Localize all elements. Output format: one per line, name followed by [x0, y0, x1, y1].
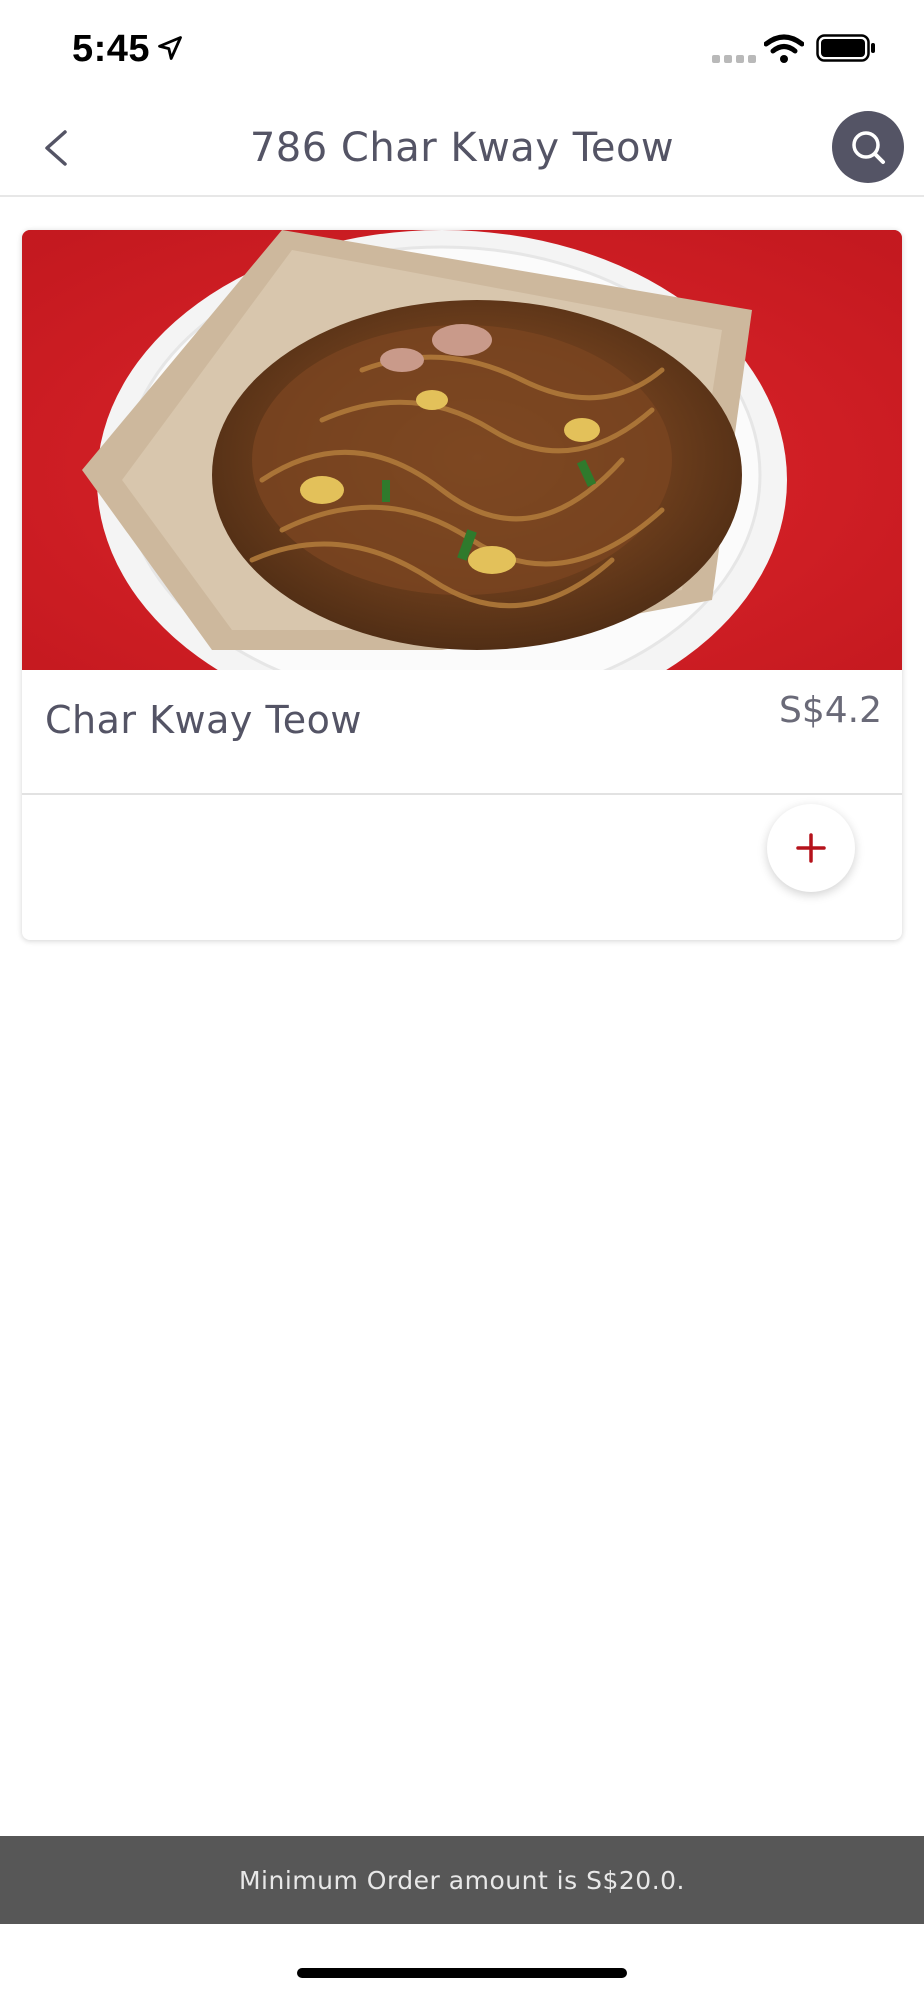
location-arrow-icon	[158, 36, 182, 60]
wifi-icon	[764, 34, 804, 63]
back-button[interactable]	[28, 120, 84, 176]
search-button[interactable]	[832, 111, 904, 183]
item-name: Char Kway Teow	[45, 698, 362, 742]
app-header: 786 Char Kway Teow	[0, 100, 924, 197]
menu-item-card[interactable]: Char Kway Teow S$4.2	[22, 230, 902, 940]
status-time: 5:45	[72, 28, 151, 70]
minimum-order-banner: Minimum Order amount is S$20.0.	[0, 1836, 924, 1924]
home-indicator	[297, 1968, 627, 1978]
battery-icon	[816, 34, 875, 62]
search-icon	[852, 131, 885, 164]
add-to-cart-button[interactable]	[767, 804, 855, 892]
minimum-order-text: Minimum Order amount is S$20.0.	[238, 1865, 685, 1895]
page-title: 786 Char Kway Teow	[249, 125, 675, 171]
food-image	[22, 230, 902, 670]
cellular-signal-icon	[712, 55, 756, 65]
menu-item-row: Char Kway Teow S$4.2	[22, 670, 902, 795]
chevron-left-icon	[45, 130, 67, 166]
status-bar: 5:45	[0, 0, 924, 100]
item-price: S$4.2	[778, 690, 882, 731]
plus-icon	[796, 833, 826, 863]
